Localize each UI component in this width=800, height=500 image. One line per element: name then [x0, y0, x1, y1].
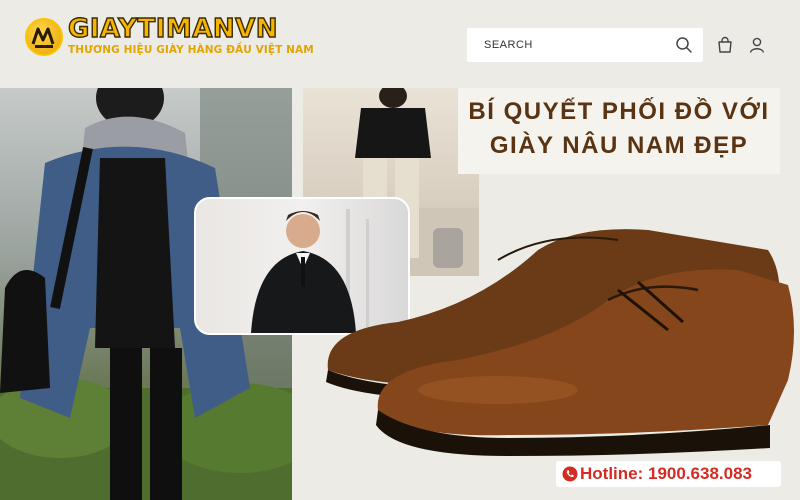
search-input[interactable]	[467, 28, 667, 62]
brown-shoes-photo	[318, 210, 800, 460]
hotline-badge[interactable]: Hotline: 1900.638.083	[556, 461, 781, 487]
hotline-text[interactable]: Hotline: 1900.638.083	[580, 464, 752, 484]
search-icon[interactable]	[675, 36, 693, 58]
cart-icon[interactable]	[716, 36, 734, 58]
brand-name[interactable]: GIAYTIMANVN	[67, 13, 278, 44]
banner-title-box: BÍ QUYẾT PHỐI ĐỒ VỚI GIÀY NÂU NAM ĐẸP	[458, 88, 780, 174]
phone-icon	[562, 466, 578, 486]
site-header: GIAYTIMANVN THƯƠNG HIỆU GIÀY HÀNG ĐẦU VI…	[0, 0, 800, 80]
brand-tagline: THƯƠNG HIỆU GIÀY HÀNG ĐẦU VIỆT NAM	[68, 44, 314, 56]
banner-title-line-1: BÍ QUYẾT PHỐI ĐỒ VỚI	[468, 98, 770, 125]
user-icon[interactable]	[748, 36, 766, 58]
banner-title-line-2: GIÀY NÂU NAM ĐẸP	[489, 132, 749, 159]
search-bar	[467, 28, 703, 62]
logo-badge-icon[interactable]	[25, 18, 63, 56]
